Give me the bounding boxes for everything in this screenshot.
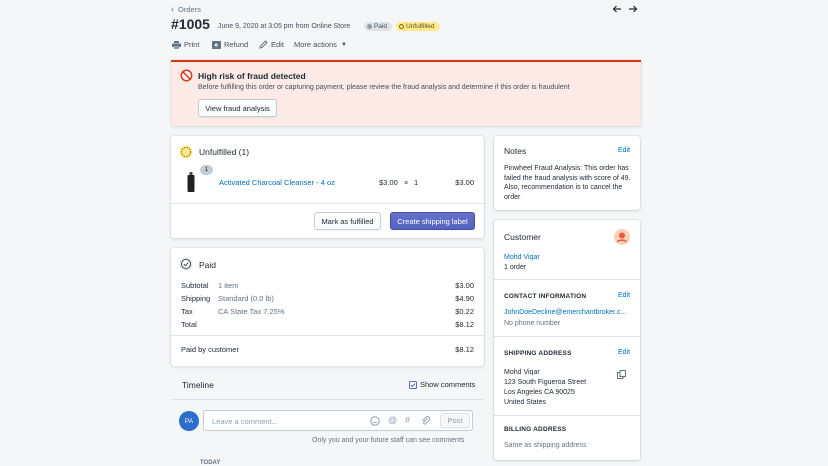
order-meta: June 9, 2020 at 3:05 pm from Online Stor… bbox=[218, 23, 351, 30]
page-title: #1005 bbox=[171, 16, 210, 32]
fraud-body: Before fulfilling this order or capturin… bbox=[198, 84, 570, 91]
checkbox-checked-icon bbox=[409, 380, 417, 389]
dot-icon bbox=[367, 24, 372, 29]
divider bbox=[494, 336, 640, 337]
paid-by-label: Paid by customer bbox=[181, 345, 239, 354]
fraud-title: High risk of fraud detected bbox=[198, 71, 306, 81]
item-qty: 1 bbox=[414, 178, 419, 187]
comment-input[interactable]: Leave a comment... @ # Post bbox=[203, 410, 473, 431]
checkmark-circle-icon bbox=[179, 257, 193, 271]
notes-edit-link[interactable]: Edit bbox=[618, 147, 630, 154]
status-badge-paid: Paid bbox=[364, 22, 393, 31]
create-shipping-label-button[interactable]: Create shipping label bbox=[390, 212, 475, 230]
notes-text: Pinwheel Fraud Analysis: This order has … bbox=[504, 165, 631, 201]
shipping-address-line: 123 South Figueroa Street bbox=[504, 379, 587, 386]
customer-orders: 1 order bbox=[504, 264, 527, 271]
billing-address: Same as shipping address bbox=[504, 442, 587, 449]
breadcrumb[interactable]: ‹ Orders bbox=[171, 4, 201, 14]
action-refund[interactable]: Refund bbox=[212, 40, 248, 49]
product-link[interactable]: Activated Charcoal Cleanser - 4 oz bbox=[219, 178, 335, 187]
view-fraud-analysis-button[interactable]: View fraud analysis bbox=[198, 99, 277, 117]
emoji-icon[interactable] bbox=[370, 416, 380, 426]
timeline-date: TODAY bbox=[200, 460, 221, 466]
shipping-address-line: Mohd Viqar bbox=[504, 369, 540, 376]
shipping-heading: SHIPPING ADDRESS bbox=[504, 350, 572, 357]
shipping-label: Shipping bbox=[181, 294, 211, 303]
action-edit[interactable]: Edit bbox=[259, 40, 284, 49]
copy-icon[interactable] bbox=[617, 370, 626, 379]
item-times: × bbox=[404, 178, 409, 187]
show-comments-toggle[interactable]: Show comments bbox=[409, 380, 475, 389]
unfulfilled-card: Unfulfilled (1) 1 Activated Charcoal Cle… bbox=[171, 136, 484, 238]
hashtag-icon[interactable]: # bbox=[405, 415, 410, 425]
customer-name-link[interactable]: Mohd Viqar bbox=[504, 254, 540, 261]
action-print[interactable]: Print bbox=[172, 40, 199, 49]
next-order-icon[interactable] bbox=[628, 4, 638, 14]
total-label: Total bbox=[181, 320, 197, 329]
printer-icon bbox=[172, 40, 181, 49]
comment-placeholder: Leave a comment... bbox=[212, 417, 278, 426]
timeline-title: Timeline bbox=[182, 380, 214, 390]
notes-card: Notes Edit Pinwheel Fraud Analysis: This… bbox=[494, 136, 640, 210]
blocked-icon bbox=[180, 69, 193, 82]
divider bbox=[494, 279, 640, 280]
shipping-address-line: Los Angeles CA 90025 bbox=[504, 389, 575, 396]
product-thumbnail bbox=[183, 172, 199, 194]
item-price: $3.00 bbox=[379, 178, 398, 187]
action-more[interactable]: More actions ▼ bbox=[294, 40, 347, 49]
avatar: PA bbox=[179, 411, 199, 431]
tax-amount: $0.22 bbox=[455, 307, 474, 316]
post-button[interactable]: Post bbox=[440, 413, 470, 428]
chevron-left-icon: ‹ bbox=[171, 4, 174, 14]
fraud-banner: High risk of fraud detected Before fulfi… bbox=[171, 60, 641, 126]
attachment-icon[interactable] bbox=[421, 416, 431, 426]
contact-edit-link[interactable]: Edit bbox=[618, 292, 630, 299]
comment-hint: Only you and your future staff can see c… bbox=[312, 437, 465, 444]
pencil-icon bbox=[259, 40, 268, 49]
mention-icon[interactable]: @ bbox=[388, 415, 397, 425]
divider bbox=[171, 203, 484, 204]
contact-heading: CONTACT INFORMATION bbox=[504, 293, 587, 300]
divider bbox=[171, 335, 484, 336]
subtotal-amount: $3.00 bbox=[455, 281, 474, 290]
shipping-detail: Standard (0.0 lb) bbox=[218, 294, 274, 303]
timeline-divider bbox=[171, 366, 484, 367]
breadcrumb-label: Orders bbox=[178, 4, 201, 14]
prev-order-icon[interactable] bbox=[612, 4, 622, 14]
mark-as-fulfilled-button[interactable]: Mark as fulfilled bbox=[314, 212, 381, 230]
caret-down-icon: ▼ bbox=[340, 41, 347, 48]
shipping-edit-link[interactable]: Edit bbox=[618, 349, 630, 356]
item-total: $3.00 bbox=[455, 178, 474, 187]
divider bbox=[494, 415, 640, 416]
notes-title: Notes bbox=[504, 146, 527, 156]
subtotal-label: Subtotal bbox=[181, 281, 209, 290]
paid-title: Paid bbox=[199, 260, 217, 270]
ring-icon bbox=[399, 24, 404, 29]
customer-title: Customer bbox=[504, 232, 541, 242]
tax-label: Tax bbox=[181, 307, 193, 316]
quantity-badge: 1 bbox=[200, 165, 213, 175]
customer-avatar bbox=[614, 229, 630, 245]
subtotal-detail: 1 item bbox=[218, 281, 239, 290]
customer-phone: No phone number bbox=[504, 320, 561, 327]
paid-card: Paid Subtotal 1 item $3.00 Shipping Stan… bbox=[171, 248, 484, 366]
tax-detail: CA State Tax 7.25% bbox=[218, 307, 285, 316]
status-badge-unfulfilled: Unfulfilled bbox=[396, 22, 440, 31]
unfulfilled-icon bbox=[179, 145, 193, 159]
refund-icon bbox=[212, 40, 221, 49]
shipping-address-line: United States bbox=[504, 399, 547, 406]
customer-email-link[interactable]: JohnDoeDecline@emerchantbroker.c... bbox=[504, 309, 626, 316]
paid-by-amount: $8.12 bbox=[455, 345, 474, 354]
total-amount: $8.12 bbox=[455, 320, 474, 329]
unfulfilled-title: Unfulfilled (1) bbox=[199, 147, 250, 157]
shipping-amount: $4.90 bbox=[455, 294, 474, 303]
customer-card: Customer Mohd Viqar 1 order CONTACT INFO… bbox=[494, 220, 640, 460]
divider bbox=[171, 399, 484, 400]
billing-heading: BILLING ADDRESS bbox=[504, 426, 567, 433]
